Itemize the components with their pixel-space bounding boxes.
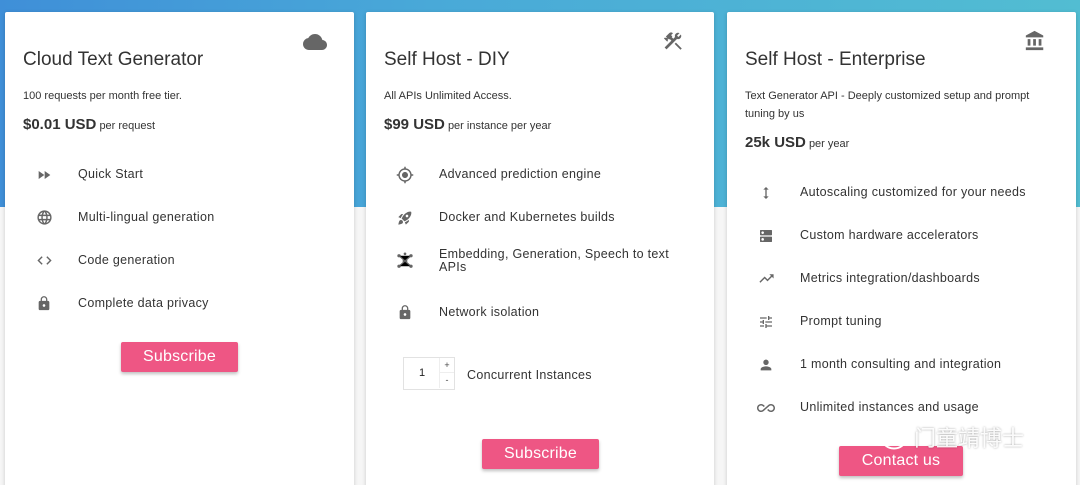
- server-icon: [757, 227, 775, 245]
- lock-icon: [396, 304, 414, 322]
- plan-title: Self Host - Enterprise: [745, 49, 926, 70]
- list-item: Network isolation: [366, 282, 714, 343]
- hub-icon: [396, 252, 414, 270]
- feature-label: Quick Start: [78, 167, 144, 181]
- feature-label: Multi-lingual generation: [78, 210, 215, 224]
- plan-description: 100 requests per month free tier.: [23, 90, 182, 102]
- plan-title: Cloud Text Generator: [23, 49, 204, 70]
- list-item: Custom hardware accelerators: [727, 214, 1076, 257]
- subscribe-button[interactable]: Subscribe: [121, 342, 238, 372]
- feature-label: 1 month consulting and integration: [800, 357, 1002, 371]
- price-value: $99 USD: [384, 116, 445, 133]
- lock-icon: [35, 295, 53, 313]
- stepper-decrement-button[interactable]: -: [439, 373, 454, 388]
- stepper-increment-button[interactable]: +: [439, 358, 454, 373]
- subscribe-button[interactable]: Subscribe: [482, 439, 599, 469]
- quantity-stepper[interactable]: 1 + -: [403, 357, 455, 390]
- fast-forward-icon: [35, 166, 53, 184]
- plan-price: $99 USD per instance per year: [384, 116, 551, 133]
- bank-icon: [1024, 30, 1050, 54]
- stepper-label: Concurrent Instances: [467, 368, 592, 382]
- feature-label: Unlimited instances and usage: [800, 400, 979, 414]
- feature-label: Metrics integration/dashboards: [800, 271, 980, 285]
- crosshair-icon: [396, 166, 414, 184]
- list-item: Multi-lingual generation: [5, 196, 354, 239]
- list-item: Prompt tuning: [727, 300, 1076, 343]
- feature-list: Advanced prediction engine Docker and Ku…: [366, 153, 714, 343]
- person-icon: [757, 356, 775, 374]
- plan-title: Self Host - DIY: [384, 49, 510, 70]
- plan-price: 25k USD per year: [745, 134, 849, 151]
- tools-icon: [662, 30, 688, 54]
- feature-label: Embedding, Generation, Speech to text AP…: [439, 246, 669, 274]
- plan-price: $0.01 USD per request: [23, 116, 155, 133]
- feature-label: Custom hardware accelerators: [800, 228, 979, 242]
- feature-label: Code generation: [78, 253, 175, 267]
- tune-icon: [757, 313, 775, 331]
- price-value: $0.01 USD: [23, 116, 97, 133]
- price-unit: per request: [99, 120, 156, 132]
- globe-icon: [35, 209, 53, 227]
- plan-description: Text Generator API - Deeply customized s…: [745, 90, 1030, 120]
- feature-label: Advanced prediction engine: [439, 167, 602, 181]
- stepper-value[interactable]: 1: [404, 358, 440, 389]
- feature-label: Complete data privacy: [78, 296, 209, 310]
- watermark-text: 门童靖博士: [914, 426, 1025, 451]
- list-item: 1 month consulting and integration: [727, 343, 1076, 386]
- list-item: Quick Start: [5, 153, 354, 196]
- plan-description: All APIs Unlimited Access.: [384, 90, 512, 102]
- price-value: 25k USD: [745, 134, 806, 151]
- list-item: Code generation: [5, 239, 354, 282]
- infinity-icon: [757, 399, 775, 417]
- feature-label: Autoscaling customized for your needs: [800, 185, 1026, 199]
- wechat-logo-icon: [866, 423, 910, 451]
- vertical-arrows-icon: [757, 184, 775, 202]
- trending-up-icon: [757, 270, 775, 288]
- feature-label: Prompt tuning: [800, 314, 882, 328]
- feature-label: Docker and Kubernetes builds: [439, 210, 615, 224]
- price-unit: per instance per year: [447, 120, 552, 132]
- rocket-icon: [396, 209, 414, 227]
- cloud-icon: [302, 30, 328, 54]
- price-unit: per year: [808, 138, 850, 150]
- plan-card-cloud: Cloud Text Generator 100 requests per mo…: [5, 12, 354, 485]
- list-item: Docker and Kubernetes builds: [366, 196, 714, 239]
- feature-list: Quick Start Multi-lingual generation Cod…: [5, 153, 354, 325]
- list-item: Advanced prediction engine: [366, 153, 714, 196]
- code-icon: [35, 252, 53, 270]
- list-item: Metrics integration/dashboards: [727, 257, 1076, 300]
- feature-label: Network isolation: [439, 305, 540, 319]
- plan-card-enterprise: Self Host - Enterprise Text Generator AP…: [727, 12, 1076, 485]
- list-item: Autoscaling customized for your needs: [727, 171, 1076, 214]
- watermark: 门童靖博士: [866, 421, 1024, 453]
- list-item: Embedding, Generation, Speech to text AP…: [366, 239, 714, 282]
- list-item: Complete data privacy: [5, 282, 354, 325]
- feature-list: Autoscaling customized for your needs Cu…: [727, 171, 1076, 429]
- plan-card-diy: Self Host - DIY All APIs Unlimited Acces…: [366, 12, 714, 485]
